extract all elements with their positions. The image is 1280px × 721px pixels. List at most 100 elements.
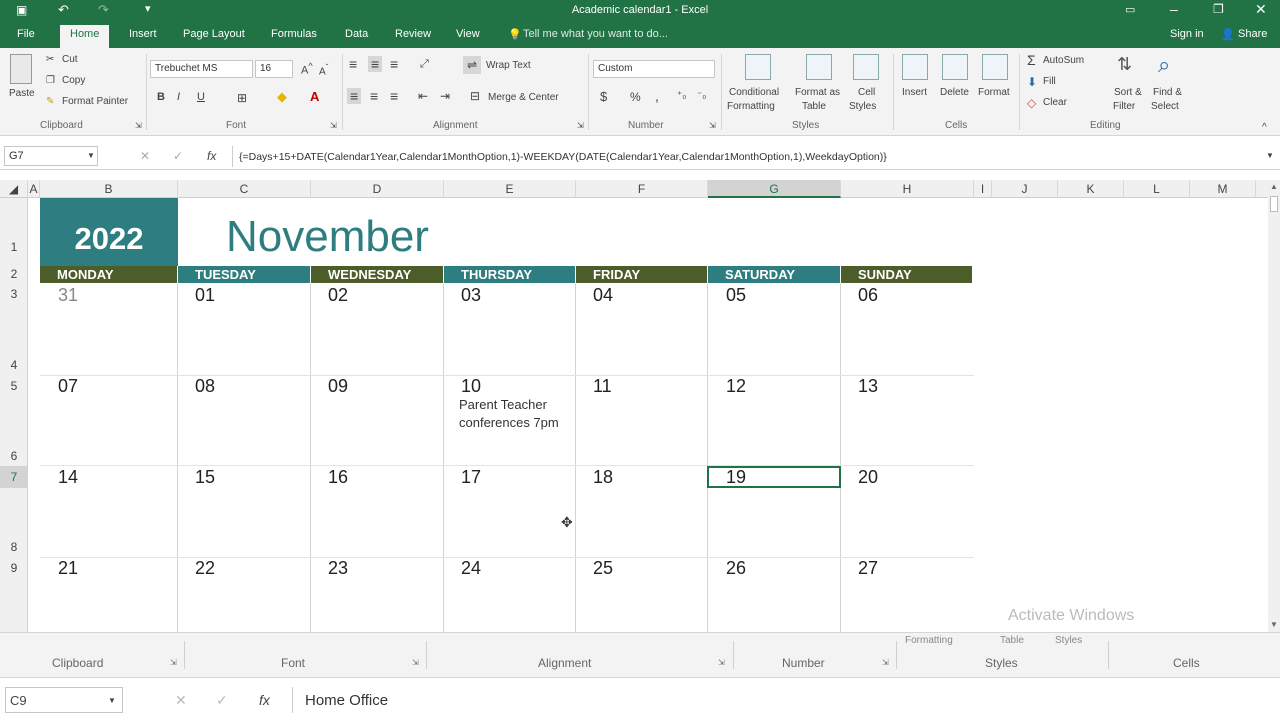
column-header[interactable]: D <box>311 180 444 198</box>
date-cell[interactable]: 01 <box>195 285 215 306</box>
date-cell[interactable]: 31 <box>58 285 78 306</box>
date-cell[interactable]: 05 <box>726 285 746 306</box>
column-header[interactable]: B <box>40 180 178 198</box>
insert-cells-button[interactable]: Insert <box>902 87 927 98</box>
number-format-select[interactable]: Custom <box>593 60 715 78</box>
date-cell[interactable]: 12 <box>726 376 746 397</box>
close-icon[interactable]: ✕ <box>1255 1 1267 18</box>
vertical-scrollbar[interactable]: ▲ ▼ <box>1268 180 1280 632</box>
cancel-icon[interactable]: ✕ <box>140 149 150 163</box>
date-cell[interactable]: 13 <box>858 376 878 397</box>
date-cell[interactable]: 24 <box>461 558 481 579</box>
font-launcher-icon[interactable]: ⇲ <box>330 121 337 130</box>
align-middle-icon[interactable]: ≡ <box>368 56 383 72</box>
date-cell[interactable]: 02 <box>328 285 348 306</box>
column-header[interactable]: K <box>1058 180 1124 198</box>
font-name-select[interactable]: Trebuchet MS <box>150 60 253 78</box>
font-size-select[interactable]: 16 <box>255 60 293 78</box>
row-header[interactable]: 9 <box>0 561 28 575</box>
name-box-dropdown-icon[interactable]: ▼ <box>87 151 95 160</box>
row-header[interactable]: 5 <box>0 379 28 393</box>
share-button[interactable]: Share <box>1238 28 1267 40</box>
overlay-name-box[interactable]: C9 <box>5 687 123 713</box>
tab-view[interactable]: View <box>456 28 480 40</box>
orientation-icon[interactable]: ⤢ <box>420 58 429 71</box>
cell-styles-button[interactable]: Cell <box>858 87 875 98</box>
expand-formula-icon[interactable]: ▼ <box>1266 151 1274 160</box>
date-cell[interactable]: 27 <box>858 558 878 579</box>
fill-color-icon[interactable]: ◆ <box>277 89 287 105</box>
wrap-text-icon[interactable]: ⇌ <box>463 56 482 74</box>
font-launcher-icon[interactable]: ⇲ <box>412 658 419 667</box>
tab-insert[interactable]: Insert <box>129 28 157 40</box>
column-header[interactable]: A <box>28 180 40 198</box>
cut-button[interactable]: Cut <box>62 54 78 65</box>
date-cell[interactable]: 11 <box>593 376 612 397</box>
date-cell[interactable]: 25 <box>593 558 613 579</box>
currency-button[interactable]: $ <box>600 89 607 104</box>
align-center-icon[interactable]: ≡ <box>370 88 378 104</box>
overlay-insert-function-icon[interactable]: fx <box>259 692 270 708</box>
formula-input[interactable]: {=Days+15+DATE(Calendar1Year,Calendar1Mo… <box>239 151 887 163</box>
row-header[interactable]: 6 <box>0 449 28 463</box>
paste-icon[interactable] <box>10 54 32 84</box>
date-cell[interactable]: 22 <box>195 558 215 579</box>
format-cells-button[interactable]: Format <box>978 87 1010 98</box>
date-cell[interactable]: 08 <box>195 376 215 397</box>
column-header[interactable]: I <box>974 180 992 198</box>
row-header[interactable]: 3 <box>0 287 28 301</box>
decrease-decimal-icon[interactable]: ⁻₀ <box>697 90 706 101</box>
column-header[interactable]: H <box>841 180 974 198</box>
calendar-year[interactable]: 2022 <box>40 198 178 266</box>
overlay-cancel-icon[interactable]: ✕ <box>175 692 187 709</box>
align-left-icon[interactable]: ≡ <box>347 88 362 104</box>
number-launcher-icon[interactable]: ⇲ <box>709 121 716 130</box>
alignment-launcher-icon[interactable]: ⇲ <box>718 658 725 667</box>
overlay-formula-input-area[interactable]: Home Office <box>292 687 1280 713</box>
merge-center-button[interactable]: Merge & Center <box>488 92 559 103</box>
align-top-icon[interactable]: ≡ <box>349 56 357 72</box>
tab-data[interactable]: Data <box>345 28 368 40</box>
decrease-indent-icon[interactable]: ⇤ <box>418 89 428 103</box>
tab-review[interactable]: Review <box>395 28 431 40</box>
scroll-down-icon[interactable]: ▼ <box>1270 620 1278 629</box>
calendar-month[interactable]: November <box>226 212 429 262</box>
font-color-icon[interactable]: A <box>310 89 319 104</box>
row-header[interactable]: 4 <box>0 358 28 372</box>
border-icon[interactable]: ⊞ <box>237 91 247 105</box>
date-cell[interactable]: 03 <box>461 285 481 306</box>
column-header[interactable]: C <box>178 180 311 198</box>
overlay-formula-input[interactable]: Home Office <box>305 692 388 709</box>
row-header-selected[interactable]: 7 <box>0 466 28 488</box>
comma-button[interactable]: , <box>655 88 659 104</box>
row-header[interactable]: 2 <box>0 267 28 281</box>
italic-button[interactable]: I <box>177 91 180 103</box>
grow-font-icon[interactable]: A^ <box>301 61 313 77</box>
select-all-corner[interactable]: ◢ <box>0 180 28 198</box>
tab-home[interactable]: Home <box>60 25 110 48</box>
date-cell[interactable]: 18 <box>593 467 613 488</box>
find-select-button[interactable]: Find & <box>1153 87 1182 98</box>
date-cell[interactable]: 15 <box>195 467 215 488</box>
column-header[interactable]: M <box>1190 180 1256 198</box>
merge-icon[interactable]: ⊟ <box>470 89 480 103</box>
paste-button[interactable]: Paste <box>9 88 35 99</box>
fill-button[interactable]: Fill <box>1043 76 1056 87</box>
date-cell[interactable]: 14 <box>58 467 78 488</box>
row-header[interactable]: 1 <box>0 240 28 254</box>
date-cell[interactable]: 16 <box>328 467 348 488</box>
clipboard-launcher-icon[interactable]: ⇲ <box>135 121 142 130</box>
tab-file[interactable]: File <box>17 28 35 40</box>
date-cell-selected[interactable]: 19 <box>726 467 746 488</box>
sort-filter-button[interactable]: Sort & <box>1114 87 1142 98</box>
format-as-table-button[interactable]: Format as <box>795 87 840 98</box>
enter-icon[interactable]: ✓ <box>173 149 183 163</box>
sign-in-link[interactable]: Sign in <box>1170 28 1204 40</box>
column-header[interactable]: E <box>444 180 576 198</box>
conditional-formatting-button[interactable]: Conditional <box>729 87 779 98</box>
date-cell[interactable]: 04 <box>593 285 613 306</box>
shrink-font-icon[interactable]: Aˇ <box>319 62 328 77</box>
overlay-enter-icon[interactable]: ✓ <box>216 692 228 709</box>
restore-icon[interactable]: ❐ <box>1213 2 1224 16</box>
date-cell[interactable]: 26 <box>726 558 746 579</box>
